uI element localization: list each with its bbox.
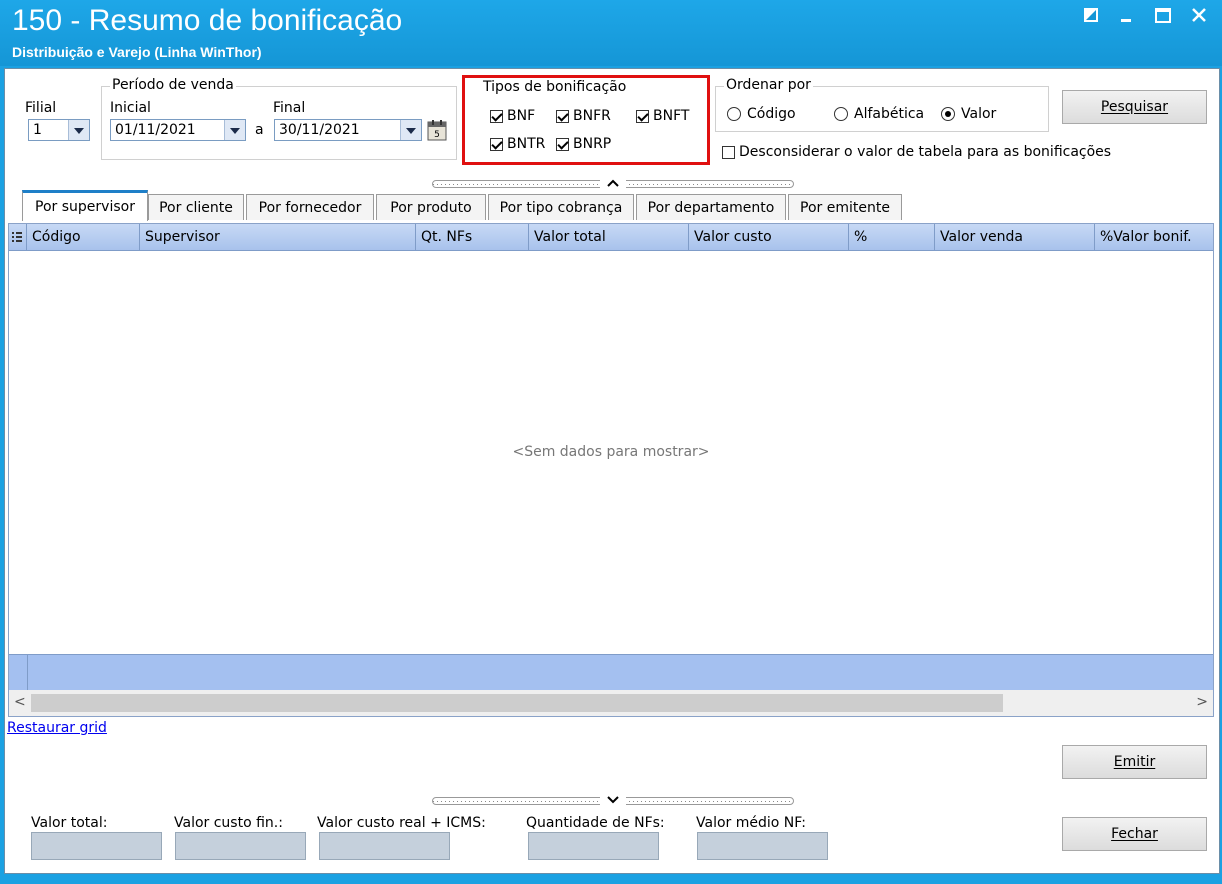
col-qt-nfs[interactable]: Qt. NFs xyxy=(416,224,529,250)
tab-por-produto[interactable]: Por produto xyxy=(376,194,486,220)
col-valor-custo[interactable]: Valor custo xyxy=(689,224,849,250)
filial-value: 1 xyxy=(33,122,42,138)
title-bar[interactable]: 150 - Resumo de bonificação Distribuição… xyxy=(0,0,1222,66)
quantidade-nfs-label: Quantidade de NFs: xyxy=(526,815,665,831)
tab-por-cliente[interactable]: Por cliente xyxy=(148,194,244,220)
chevron-down-icon[interactable] xyxy=(600,796,626,806)
restaurar-grid-link[interactable]: Restaurar grid xyxy=(7,720,107,736)
desconsiderar-checkbox[interactable]: Desconsiderar o valor de tabela para as … xyxy=(722,144,1111,160)
valor-custo-fin-label: Valor custo fin.: xyxy=(174,815,283,831)
valor-medio-nf-label: Valor médio NF: xyxy=(696,815,806,831)
desconsiderar-label: Desconsiderar o valor de tabela para as … xyxy=(739,144,1112,160)
scroll-thumb[interactable] xyxy=(31,694,1003,712)
pesquisar-button[interactable]: Pesquisar xyxy=(1062,90,1207,124)
emitir-button[interactable]: Emitir xyxy=(1062,745,1207,779)
valor-custo-fin-field xyxy=(175,832,306,860)
chevron-up-icon[interactable] xyxy=(600,179,626,189)
close-icon[interactable] xyxy=(1190,6,1208,24)
grid-empty-message: <Sem dados para mostrar> xyxy=(512,444,710,460)
tab-por-emitente[interactable]: Por emitente xyxy=(788,194,902,220)
data-grid[interactable]: Código Supervisor Qt. NFs Valor total Va… xyxy=(8,223,1214,717)
fechar-button[interactable]: Fechar xyxy=(1062,817,1207,851)
minimize-icon[interactable] xyxy=(1118,6,1136,24)
tab-por-fornecedor[interactable]: Por fornecedor xyxy=(246,194,374,220)
valor-total-label: Valor total: xyxy=(31,815,108,831)
scroll-right-icon[interactable]: > xyxy=(1196,694,1208,710)
application-window: 150 - Resumo de bonificação Distribuição… xyxy=(0,0,1222,884)
svg-text:5: 5 xyxy=(434,130,440,140)
tab-por-tipo-cobranca[interactable]: Por tipo cobrança xyxy=(488,194,634,220)
col-supervisor[interactable]: Supervisor xyxy=(140,224,416,250)
tab-por-supervisor[interactable]: Por supervisor xyxy=(22,190,148,221)
radio-selected-icon[interactable] xyxy=(941,107,955,121)
col-codigo[interactable]: Código xyxy=(27,224,140,250)
filial-select[interactable]: 1 xyxy=(28,119,90,141)
grid-footer-row xyxy=(9,654,1213,691)
final-date-value: 30/11/2021 xyxy=(279,122,360,138)
radio-valor[interactable]: Valor xyxy=(941,106,996,122)
restore-size-icon[interactable] xyxy=(1082,6,1100,24)
radio-alfabetica[interactable]: Alfabética xyxy=(834,106,924,122)
grid-header: Código Supervisor Qt. NFs Valor total Va… xyxy=(9,224,1213,251)
radio-icon[interactable] xyxy=(834,107,848,121)
final-date-input[interactable]: 30/11/2021 xyxy=(274,119,422,141)
final-label: Final xyxy=(273,100,306,116)
col-valor-bonif[interactable]: %Valor bonif. xyxy=(1095,224,1213,250)
periodo-separator: a xyxy=(255,122,264,138)
chevron-down-icon[interactable] xyxy=(224,120,245,140)
ordenar-label: Ordenar por xyxy=(724,77,813,93)
valor-total-field xyxy=(31,832,162,860)
valor-custo-real-field xyxy=(319,832,450,860)
highlight-box xyxy=(462,75,710,165)
inicial-date-value: 01/11/2021 xyxy=(115,122,196,138)
radio-icon[interactable] xyxy=(727,107,741,121)
checkbox-unchecked-icon[interactable] xyxy=(722,145,735,159)
scroll-left-icon[interactable]: < xyxy=(14,694,26,710)
window-title: 150 - Resumo de bonificação xyxy=(12,4,403,37)
periodo-label: Período de venda xyxy=(110,77,236,93)
quantidade-nfs-field xyxy=(528,832,659,860)
calendar-icon[interactable]: 5 xyxy=(425,118,449,142)
chevron-down-icon[interactable] xyxy=(68,120,89,140)
column-chooser-icon[interactable] xyxy=(9,224,27,250)
tab-por-departamento[interactable]: Por departamento xyxy=(636,194,786,220)
inicial-label: Inicial xyxy=(110,100,151,116)
window-bottom-border xyxy=(0,874,1222,884)
horizontal-scrollbar[interactable]: < > xyxy=(9,690,1213,716)
filial-label: Filial xyxy=(25,100,57,116)
col-valor-total[interactable]: Valor total xyxy=(529,224,689,250)
chevron-down-icon[interactable] xyxy=(400,120,421,140)
radio-alfabetica-label: Alfabética xyxy=(854,106,925,122)
maximize-icon[interactable] xyxy=(1154,6,1172,24)
inicial-date-input[interactable]: 01/11/2021 xyxy=(110,119,246,141)
radio-codigo-label: Código xyxy=(747,106,796,122)
radio-valor-label: Valor xyxy=(961,106,997,122)
col-valor-venda[interactable]: Valor venda xyxy=(935,224,1095,250)
window-subtitle: Distribuição e Varejo (Linha WinThor) xyxy=(12,44,262,60)
radio-codigo[interactable]: Código xyxy=(727,106,796,122)
valor-medio-nf-field xyxy=(697,832,828,860)
valor-custo-real-label: Valor custo real + ICMS: xyxy=(317,815,486,831)
col-percent[interactable]: % xyxy=(849,224,935,250)
